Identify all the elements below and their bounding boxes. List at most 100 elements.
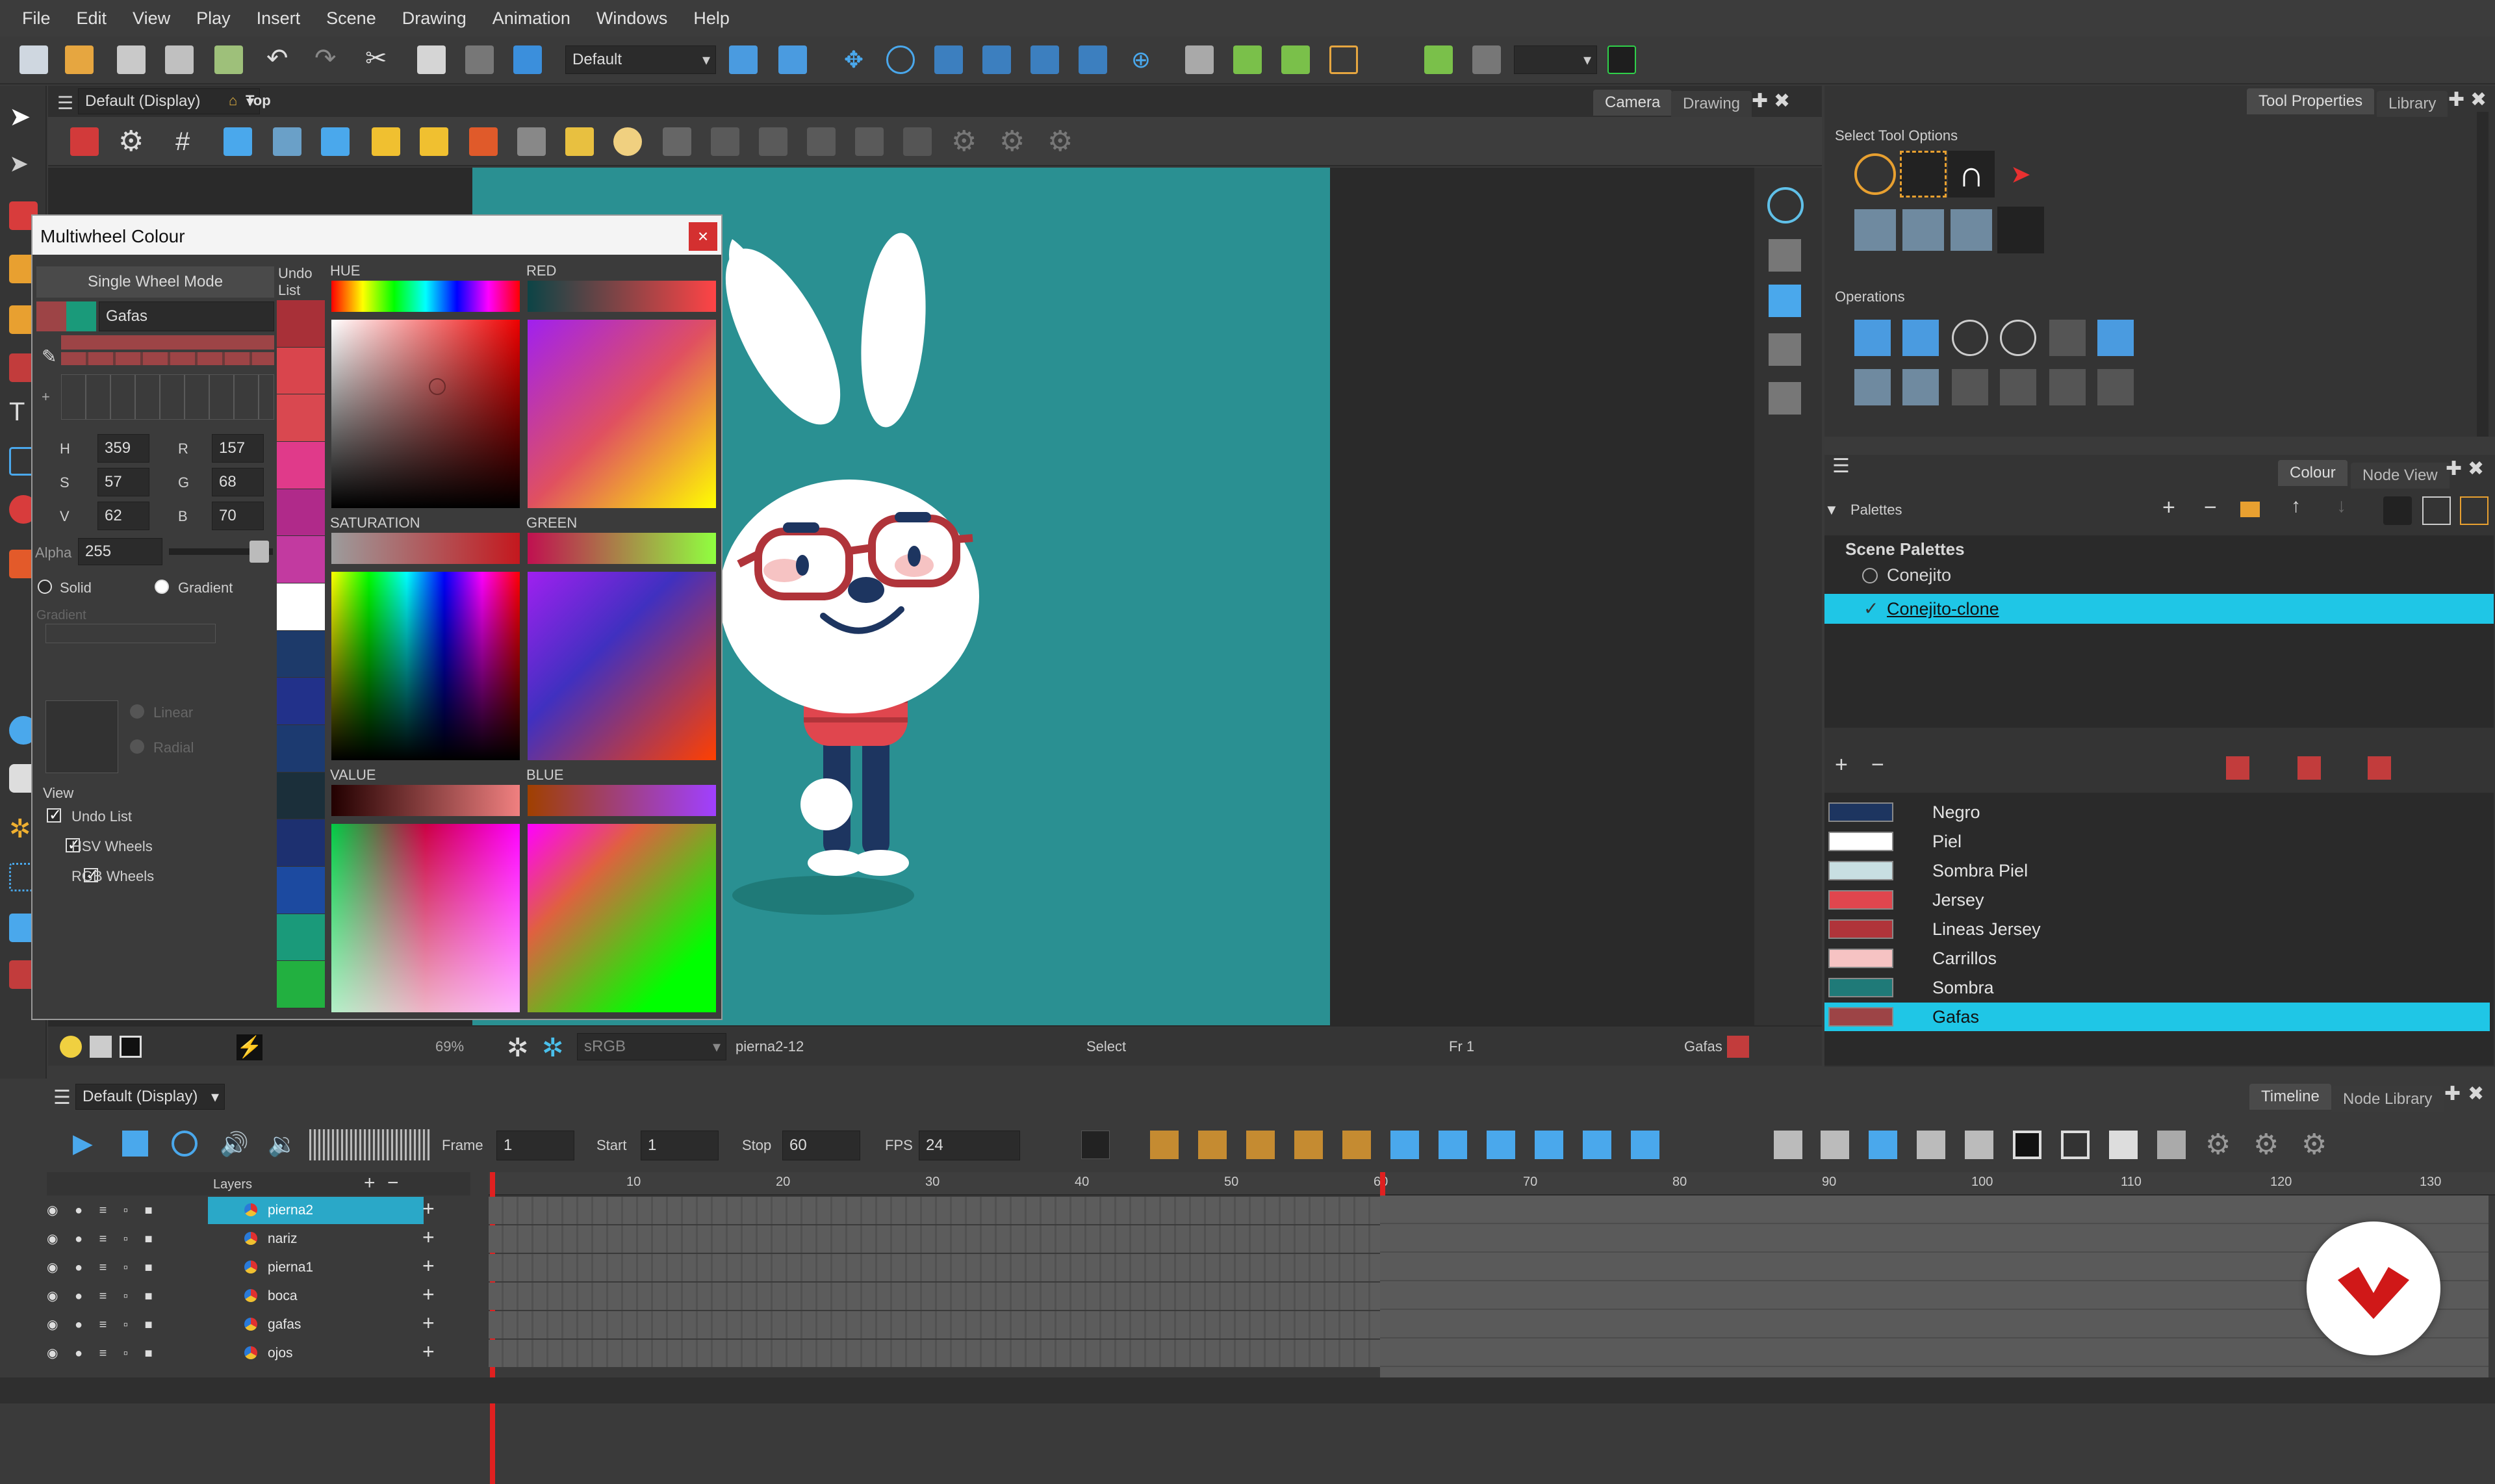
add-sublayer-icon[interactable]: + [422, 1225, 435, 1249]
tab-node-view[interactable]: Node View [2351, 463, 2450, 489]
tab-colour[interactable]: Colour [2278, 460, 2348, 486]
red-slider[interactable] [528, 281, 716, 312]
morph-icon[interactable]: ⊕ [1127, 45, 1155, 74]
layer-toggle-icons[interactable]: ◉ ● ≡ ▫ ■ [47, 1259, 159, 1275]
add-palette-icon[interactable]: + [2162, 495, 2175, 520]
delete-keyframe-icon[interactable] [1821, 1131, 1849, 1159]
colorspace-icon[interactable]: ✲ [542, 1033, 564, 1063]
workspace-save-icon[interactable] [729, 45, 758, 74]
radial-radio[interactable] [130, 739, 144, 754]
abc-icon[interactable] [2157, 1131, 2186, 1159]
undo-colour-swatch[interactable] [277, 914, 325, 962]
timeline-gear3-icon[interactable]: ⚙ [2301, 1131, 2330, 1159]
disk3-icon[interactable] [759, 127, 787, 156]
light-table-icon[interactable] [321, 127, 350, 156]
stop-motion-keyframe-icon[interactable] [1342, 1131, 1371, 1159]
op-icon-9[interactable] [1952, 369, 1988, 405]
add-panel-icon[interactable]: ✚ [2446, 457, 2462, 480]
undo-colour-swatch[interactable] [277, 678, 325, 726]
ik-chain-icon[interactable] [1281, 45, 1310, 74]
frame-ruler[interactable]: 102030405060708090100110120130 [489, 1172, 2495, 1196]
undo-colour-swatch[interactable] [277, 630, 325, 678]
colour-list-item[interactable]: Piel [1824, 827, 2490, 856]
eye-icon[interactable] [1767, 187, 1804, 224]
palette-item-conejito[interactable]: Conejito [1887, 565, 1951, 585]
r-field[interactable]: 157 [212, 434, 264, 463]
colour-tool-swatch-2[interactable] [2297, 756, 2321, 780]
palette-edit-icon[interactable] [2460, 496, 2489, 525]
stop-field[interactable]: 60 [782, 1131, 860, 1160]
onion-skin-timeline-icon[interactable] [1869, 1131, 1897, 1159]
undo-colour-swatch[interactable] [277, 489, 325, 537]
hue-slider[interactable] [331, 281, 520, 312]
dialog-titlebar[interactable]: Multiwheel Colour × [32, 216, 721, 255]
ruler-icon[interactable] [469, 127, 498, 156]
loop-icon[interactable] [172, 1131, 198, 1157]
timeline-display-select[interactable]: Default (Display) ▾ [75, 1084, 225, 1110]
colour-list-item[interactable]: Negro [1824, 798, 2490, 826]
add-colour-icon[interactable]: + [1835, 752, 1848, 778]
add-sublayer-icon[interactable]: + [422, 1340, 435, 1364]
menu-windows[interactable]: Windows [583, 8, 681, 29]
layer-track[interactable] [489, 1197, 1380, 1224]
add-layer-icon[interactable]: + [364, 1172, 376, 1194]
layer-track[interactable] [489, 1283, 1380, 1310]
menu-file[interactable]: File [9, 8, 64, 29]
start-field[interactable]: 1 [641, 1131, 719, 1160]
workspace-manager-icon[interactable] [778, 45, 807, 74]
menu-scene[interactable]: Scene [313, 8, 389, 29]
current-colour-swatch[interactable] [1727, 1036, 1749, 1058]
layer-row[interactable]: ◉ ● ≡ ▫ ■ nariz + [47, 1225, 452, 1253]
ease-both-icon[interactable] [1246, 1131, 1275, 1159]
undo-colour-swatch[interactable] [277, 300, 325, 348]
interpolation-icon[interactable] [1081, 1131, 1110, 1159]
add-swatch-icon[interactable]: + [42, 389, 50, 405]
tab-timeline[interactable]: Timeline [2249, 1084, 2331, 1110]
green-picker[interactable] [528, 572, 716, 760]
menu-drawing[interactable]: Drawing [389, 8, 480, 29]
colour-tool-swatch-3[interactable] [2368, 756, 2391, 780]
animate-mode-icon[interactable] [1607, 45, 1636, 74]
red-picker[interactable] [528, 320, 716, 508]
play-selection-icon[interactable] [122, 1131, 148, 1157]
rotate-cw-icon[interactable] [2000, 320, 2036, 356]
layer-toggle-icons[interactable]: ◉ ● ≡ ▫ ■ [47, 1231, 159, 1247]
frame-mark-icon[interactable] [2013, 1131, 2041, 1159]
add-sublayer-icon[interactable]: + [422, 1197, 435, 1221]
layer-track[interactable] [489, 1311, 1380, 1338]
ease-out-icon[interactable] [1198, 1131, 1227, 1159]
undo-colour-swatch[interactable] [277, 442, 325, 489]
layer-toggle-icons[interactable]: ◉ ● ≡ ▫ ■ [47, 1316, 159, 1333]
undo-colour-swatch[interactable] [277, 961, 325, 1009]
timeline-menu-icon[interactable]: ☰ [53, 1086, 71, 1109]
op-icon-12[interactable] [2097, 369, 2134, 405]
settings-icon[interactable]: ✲ [507, 1033, 529, 1063]
g-field[interactable]: 68 [212, 468, 264, 496]
tab-node-library[interactable]: Node Library [2331, 1086, 2444, 1112]
constant-icon[interactable] [1631, 1131, 1659, 1159]
close-panel-icon[interactable]: ✖ [2468, 457, 2484, 480]
open-icon[interactable] [65, 45, 94, 74]
palette-checkbox-1[interactable] [1862, 568, 1878, 583]
saturation-picker[interactable] [331, 572, 520, 760]
sound-icon[interactable]: 🔊 [220, 1131, 249, 1157]
remove-colour-icon[interactable]: − [1871, 752, 1884, 778]
op-icon-10[interactable] [2000, 369, 2036, 405]
import-icon[interactable] [214, 45, 243, 74]
playback-speed-slider[interactable] [309, 1129, 430, 1160]
undo-colour-swatch[interactable] [277, 819, 325, 867]
copy-icon[interactable] [417, 45, 446, 74]
scale-icon[interactable] [934, 45, 963, 74]
tab-tool-properties[interactable]: Tool Properties [2247, 88, 2375, 114]
undo-colour-swatch[interactable] [277, 725, 325, 773]
layer-track[interactable] [489, 1340, 1380, 1367]
render-icon[interactable] [513, 45, 542, 74]
plane-icon[interactable] [1997, 207, 2044, 253]
timeline-gear-icon[interactable]: ⚙ [2205, 1131, 2234, 1159]
gear3-icon[interactable]: ⚙ [1047, 127, 1076, 156]
alpha-slider-handle[interactable] [250, 541, 269, 563]
colour-list-item[interactable]: Sombra Piel [1824, 856, 2490, 885]
blue-slider[interactable] [528, 785, 716, 816]
frame-mark2-icon[interactable] [2061, 1131, 2090, 1159]
undo-colour-swatch[interactable] [277, 867, 325, 914]
